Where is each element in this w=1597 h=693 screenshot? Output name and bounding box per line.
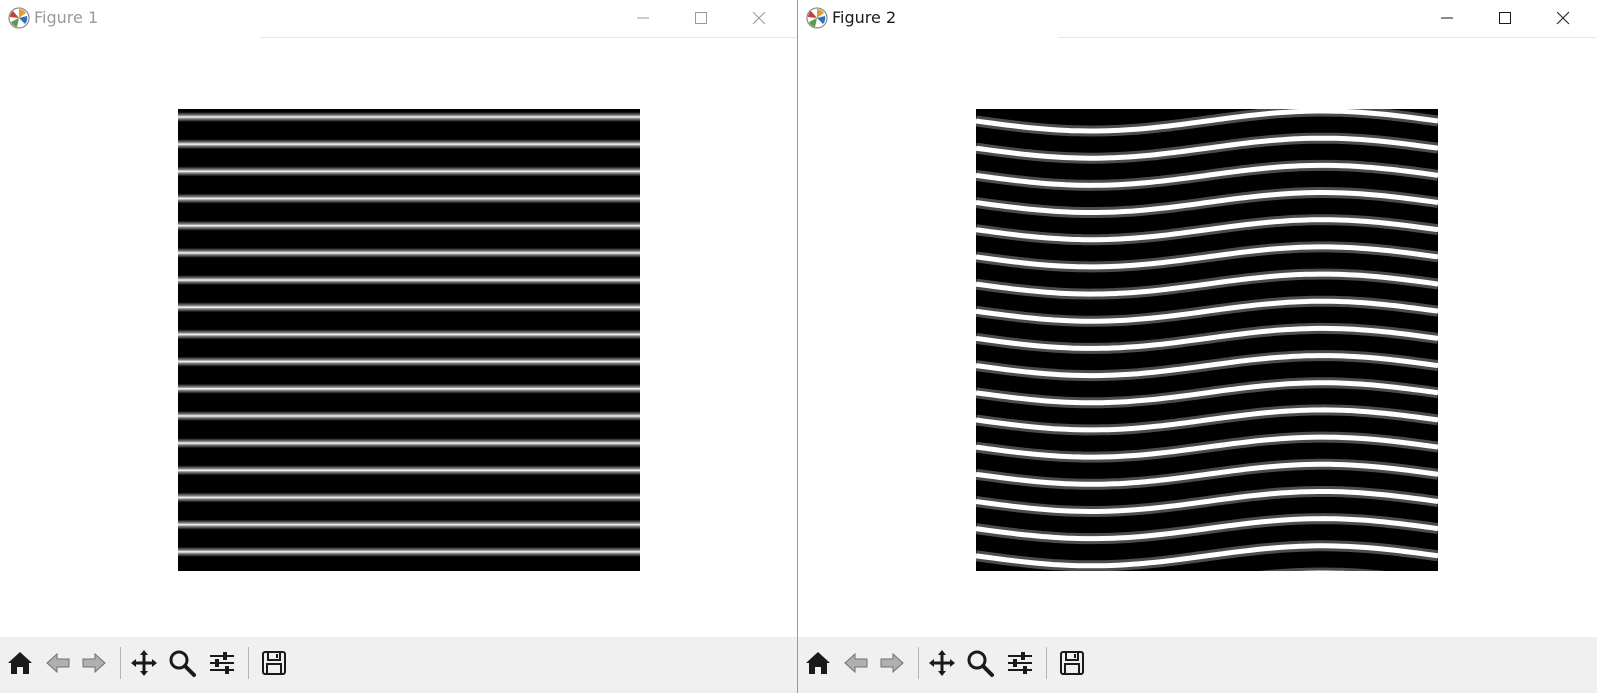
stripe — [178, 492, 640, 503]
home-icon — [806, 652, 830, 674]
minimize-button[interactable] — [1418, 0, 1476, 36]
stripe — [178, 166, 640, 177]
stripe — [178, 302, 640, 313]
stripe — [178, 220, 640, 231]
close-button[interactable] — [730, 0, 788, 36]
figure-1-window: Figure 1 — [0, 0, 797, 693]
stripe — [178, 546, 640, 557]
home-button[interactable] — [2, 645, 38, 681]
back-button[interactable] — [838, 645, 874, 681]
pan-icon — [131, 650, 157, 676]
save-button[interactable] — [1054, 645, 1090, 681]
subplots-config-icon — [1008, 652, 1032, 674]
window-title: Figure 1 — [34, 8, 99, 27]
window-title: Figure 2 — [832, 8, 897, 27]
close-icon — [752, 11, 766, 25]
back-icon — [844, 652, 868, 674]
toolbar-separator — [120, 647, 121, 679]
matplotlib-logo-icon — [806, 7, 828, 29]
pan-button[interactable] — [126, 645, 162, 681]
forward-button[interactable] — [76, 645, 112, 681]
figure-image — [178, 109, 640, 571]
subplots-config-icon — [210, 652, 234, 674]
pan-icon — [929, 650, 955, 676]
configure-subplots-button[interactable] — [1002, 645, 1038, 681]
pan-button[interactable] — [924, 645, 960, 681]
toolbar-separator — [248, 647, 249, 679]
save-icon — [262, 651, 286, 675]
title-separator — [260, 37, 797, 38]
stripe — [178, 519, 640, 530]
forward-icon — [82, 652, 106, 674]
toolbar-separator — [1046, 647, 1047, 679]
navigation-toolbar — [798, 637, 1597, 693]
stripe — [178, 383, 640, 394]
maximize-icon — [695, 12, 707, 24]
stripe — [178, 112, 640, 122]
stripe — [178, 410, 640, 421]
maximize-button[interactable] — [1476, 0, 1534, 36]
minimize-icon — [637, 17, 649, 19]
title-bar[interactable]: Figure 1 — [0, 0, 797, 36]
close-icon — [1556, 11, 1570, 25]
minimize-button[interactable] — [614, 0, 672, 36]
back-button[interactable] — [40, 645, 76, 681]
back-icon — [46, 652, 70, 674]
forward-button[interactable] — [874, 645, 910, 681]
forward-icon — [880, 652, 904, 674]
navigation-toolbar — [0, 637, 797, 693]
matplotlib-logo-icon — [8, 7, 30, 29]
zoom-icon — [169, 650, 196, 677]
figure-2-window: Figure 2 — [797, 0, 1597, 693]
home-icon — [8, 652, 32, 674]
minimize-icon — [1441, 17, 1453, 19]
stripe — [178, 275, 640, 286]
stripe — [178, 139, 640, 150]
stripe — [178, 465, 640, 476]
home-button[interactable] — [800, 645, 836, 681]
configure-subplots-button[interactable] — [204, 645, 240, 681]
stripe — [178, 356, 640, 367]
stripe — [178, 193, 640, 204]
title-bar[interactable]: Figure 2 — [798, 0, 1597, 36]
title-separator — [1058, 37, 1597, 38]
stripe — [178, 438, 640, 449]
zoom-button[interactable] — [164, 645, 200, 681]
maximize-icon — [1499, 12, 1511, 24]
maximize-button[interactable] — [672, 0, 730, 36]
zoom-icon — [967, 650, 994, 677]
toolbar-separator — [918, 647, 919, 679]
zoom-button[interactable] — [962, 645, 998, 681]
close-button[interactable] — [1534, 0, 1592, 36]
save-icon — [1060, 651, 1084, 675]
figure-image — [976, 109, 1438, 571]
stripe — [178, 329, 640, 340]
stripe — [178, 247, 640, 258]
save-button[interactable] — [256, 645, 292, 681]
